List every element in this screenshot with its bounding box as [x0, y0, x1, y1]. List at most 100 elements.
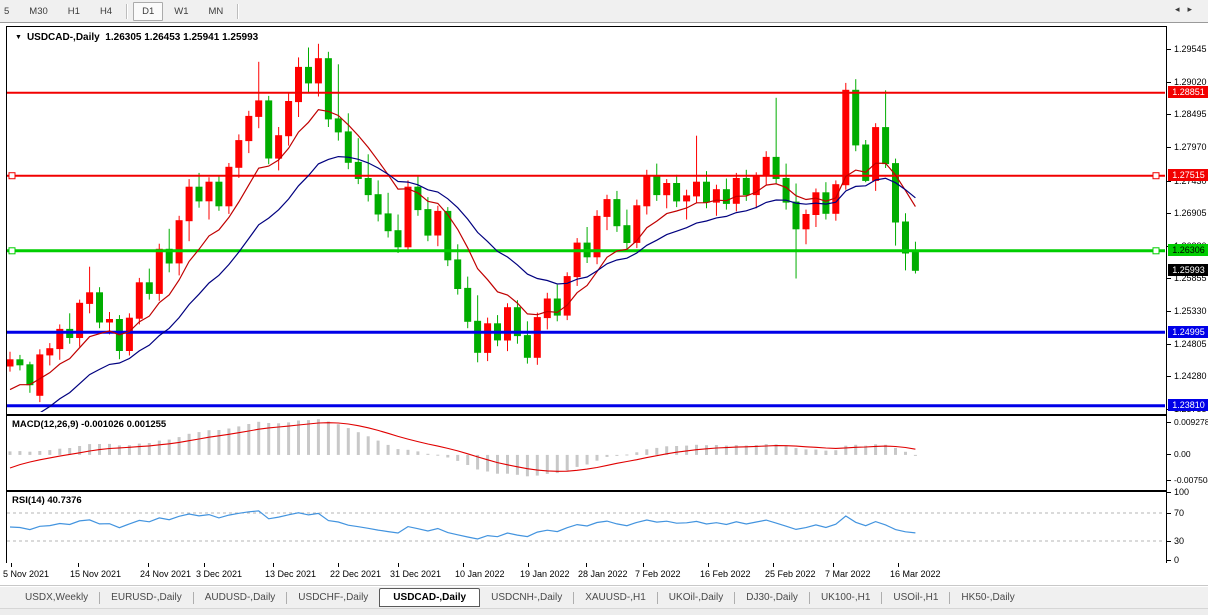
time-tick	[273, 563, 274, 567]
tab-scroll-left-icon[interactable]: ◂	[1175, 4, 1188, 14]
tab-dj30-daily[interactable]: DJ30-,Daily	[735, 589, 809, 606]
tab-usdx-weekly[interactable]: USDX,Weekly	[14, 589, 99, 606]
tab-audusd-daily[interactable]: AUDUSD-,Daily	[194, 589, 287, 606]
time-tick-label: 25 Feb 2022	[765, 569, 816, 579]
price-badge-1.26306: 1.26306	[1168, 244, 1208, 256]
time-tick	[78, 563, 79, 567]
price-tick-label: 1.29545	[1174, 44, 1207, 54]
price-tick-label: 1.24805	[1174, 339, 1207, 349]
time-tick-label: 31 Dec 2021	[390, 569, 442, 579]
timeframe-toolbar: 5 M30 H1 H4 D1 W1 MN	[0, 0, 1208, 23]
toolbar-separator	[237, 3, 240, 19]
time-tick	[338, 563, 339, 567]
price-tick	[1167, 114, 1171, 115]
time-tick	[148, 563, 149, 567]
price-tick-label: 1.27970	[1174, 142, 1207, 152]
rsi-tick-label: 70	[1174, 508, 1185, 518]
time-axis[interactable]: 5 Nov 2021 15 Nov 2021 24 Nov 2021 3 Dec 20…	[0, 563, 1208, 586]
tab-scroll-right-icon[interactable]: ▸	[1187, 4, 1200, 14]
macd-tick	[1167, 422, 1171, 423]
tab-usdcnh-daily[interactable]: USDCNH-,Daily	[480, 589, 573, 606]
time-tick-label: 19 Jan 2022	[520, 569, 570, 579]
rsi-tick-label: 30	[1174, 536, 1185, 546]
macd-chart	[8, 419, 917, 477]
time-tick-label: 13 Dec 2021	[265, 569, 317, 579]
time-tick-label: 7 Feb 2022	[635, 569, 681, 579]
rsi-tick	[1167, 513, 1171, 514]
time-tick	[773, 563, 774, 567]
price-tick	[1167, 82, 1171, 83]
timeframe-button-mn[interactable]: MN	[200, 2, 233, 21]
price-badge-1.23810: 1.23810	[1168, 399, 1208, 411]
candlestick-chart	[7, 43, 1165, 412]
price-tick-label: 1.26905	[1174, 208, 1207, 218]
symbol-dropdown-icon[interactable]: ▼	[15, 34, 22, 41]
price-tick	[1167, 49, 1171, 50]
time-tick-label: 3 Dec 2021	[196, 569, 243, 579]
timeframe-button-h4[interactable]: H4	[91, 2, 121, 21]
timeframe-button-m30[interactable]: M30	[20, 2, 56, 21]
ohlc-values: 1.26305 1.26453 1.25941 1.25993	[105, 32, 259, 43]
rsi-tick	[1167, 492, 1171, 493]
price-tick	[1167, 213, 1171, 214]
price-tick-label: 1.24280	[1174, 371, 1207, 381]
price-chart-pane[interactable]: ▼ USDCAD-,Daily 1.26305 1.26453 1.25941 1…	[6, 26, 1168, 415]
timeframe-button-d1[interactable]: D1	[133, 1, 164, 21]
toolbar-separator	[126, 3, 129, 19]
timeframe-button-w1[interactable]: W1	[165, 2, 197, 21]
tab-hk50-daily[interactable]: HK50-,Daily	[950, 589, 1025, 606]
timeframe-button-h1[interactable]: H1	[59, 2, 89, 21]
time-tick-label: 16 Feb 2022	[700, 569, 751, 579]
time-tick	[204, 563, 205, 567]
price-tick	[1167, 311, 1171, 312]
tab-ukoil-daily[interactable]: UKOil-,Daily	[658, 589, 734, 606]
symbol-period-label: USDCAD-,Daily	[26, 32, 100, 43]
tab-usoil-h1[interactable]: USOil-,H1	[882, 589, 949, 606]
tab-usdcad-daily[interactable]: USDCAD-,Daily	[379, 587, 481, 607]
price-tick	[1167, 181, 1171, 182]
mt4-window: 5 M30 H1 H4 D1 W1 MN ▼ USDCAD-,Daily 1.26305 1.…	[0, 0, 1208, 615]
time-tick	[586, 563, 587, 567]
bottom-strip	[0, 608, 1208, 615]
time-tick	[708, 563, 709, 567]
price-tick	[1167, 278, 1171, 279]
rsi-chart	[7, 510, 1165, 542]
timeframe-button-5[interactable]: 5	[0, 2, 18, 21]
tab-xauusd-h1[interactable]: XAUUSD-,H1	[574, 589, 657, 606]
time-tick-label: 24 Nov 2021	[140, 569, 192, 579]
time-tick	[463, 563, 464, 567]
tab-uk100-h1[interactable]: UK100-,H1	[810, 589, 881, 606]
time-tick	[643, 563, 644, 567]
price-tick	[1167, 147, 1171, 148]
macd-tick-label: 0.009278	[1174, 417, 1208, 427]
rsi-tick	[1167, 560, 1171, 561]
time-tick-label: 28 Jan 2022	[578, 569, 628, 579]
price-tick	[1167, 376, 1171, 377]
rsi-tick-label: 100	[1174, 487, 1190, 497]
rsi-tick	[1167, 541, 1171, 542]
price-tick	[1167, 344, 1171, 345]
time-tick	[898, 563, 899, 567]
tab-eurusd-daily[interactable]: EURUSD-,Daily	[100, 589, 193, 606]
time-tick-label: 7 Mar 2022	[825, 569, 871, 579]
macd-tick-label: -0.007504	[1174, 475, 1208, 485]
price-badge-1.25993: 1.25993	[1168, 264, 1208, 276]
rsi-label: RSI(14) 40.7376	[12, 495, 82, 506]
chart-tab-bar: USDX,Weekly EURUSD-,Daily AUDUSD-,Daily USD…	[0, 586, 1208, 608]
price-axis[interactable]: 1.29545 1.29020 1.28495 1.27970 1.27430 1.269…	[1166, 26, 1208, 565]
tab-usdchf-daily[interactable]: USDCHF-,Daily	[287, 589, 379, 606]
time-tick-label: 5 Nov 2021	[3, 569, 50, 579]
macd-pane[interactable]: MACD(12,26,9) -0.001026 0.001255	[6, 415, 1168, 491]
price-tick-label: 1.25330	[1174, 306, 1207, 316]
time-tick	[833, 563, 834, 567]
macd-tick	[1167, 454, 1171, 455]
price-badge-1.24995: 1.24995	[1168, 326, 1208, 338]
time-tick	[528, 563, 529, 567]
rsi-pane[interactable]: RSI(14) 40.7376	[6, 491, 1168, 565]
time-tick-label: 10 Jan 2022	[455, 569, 505, 579]
tab-scroll-arrows: ◂▸	[1175, 4, 1200, 15]
price-tick-label: 1.28495	[1174, 109, 1207, 119]
price-badge-1.28851: 1.28851	[1168, 86, 1208, 98]
chart-title: ▼ USDCAD-,Daily 1.26305 1.26453 1.25941 1…	[15, 32, 258, 43]
time-tick	[398, 563, 399, 567]
